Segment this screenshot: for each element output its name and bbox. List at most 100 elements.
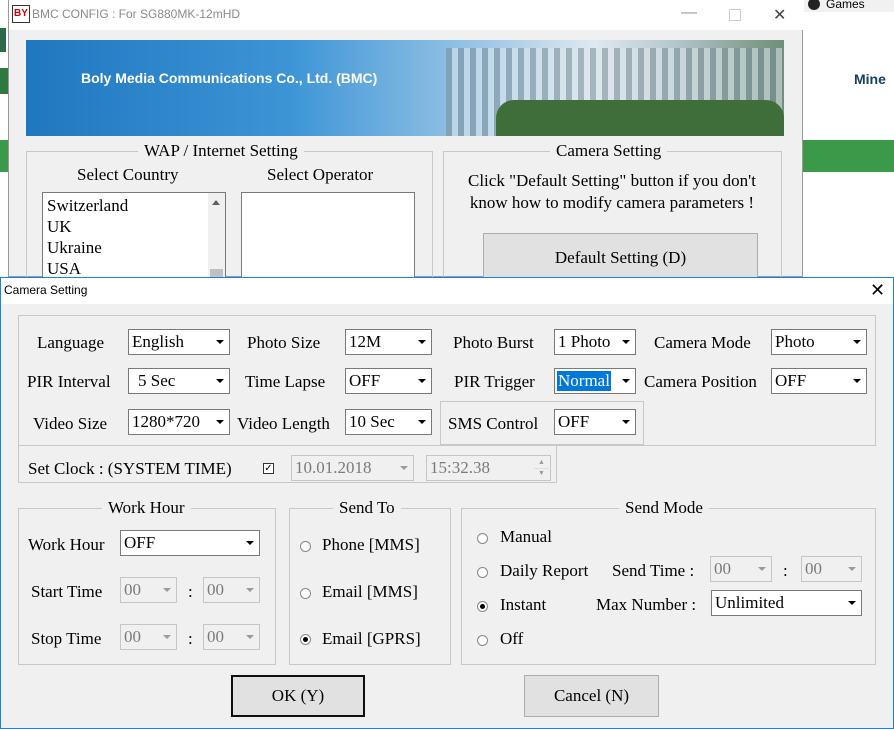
time-lapse-label: Time Lapse [245, 372, 326, 391]
camera-mode-select[interactable]: Photo [771, 329, 867, 355]
stop-hour-value: 00 [124, 627, 141, 646]
chevron-down-icon[interactable] [754, 558, 770, 580]
dialog-titlebar: Camera Setting ✕ [1, 278, 893, 304]
stop-hour-select[interactable]: 00 [120, 624, 177, 650]
list-item[interactable]: Ukraine [47, 237, 128, 258]
chevron-down-icon[interactable] [242, 626, 258, 648]
pir-interval-select[interactable]: 5 Sec [128, 368, 230, 394]
chevron-down-icon[interactable] [212, 411, 228, 433]
bmc-titlebar: BY BMC CONFIG : For SG880MK-12mHD — ✕ [9, 0, 804, 30]
list-item[interactable]: UK [47, 216, 128, 237]
chevron-down-icon[interactable] [159, 579, 175, 601]
send-to-email-mms-radio[interactable] [300, 588, 311, 599]
video-size-select[interactable]: 1280*720 [128, 409, 230, 435]
send-mode-daily-report-radio[interactable] [477, 567, 488, 578]
send-to-group-title: Send To [333, 498, 401, 518]
list-item[interactable]: USA [47, 258, 128, 279]
pir-trigger-select[interactable]: Normal [554, 368, 636, 394]
send-to-email-mms-label[interactable]: Email [MMS] [322, 582, 418, 602]
time-lapse-select[interactable]: OFF [345, 368, 432, 394]
mine-link[interactable]: Mine [854, 71, 886, 87]
colon-separator: : [188, 582, 193, 601]
sms-control-select[interactable]: OFF [554, 409, 636, 435]
close-icon[interactable]: ✕ [773, 5, 786, 25]
start-hour-select[interactable]: 00 [120, 577, 177, 603]
chevron-down-icon[interactable] [414, 370, 430, 392]
send-mode-off-radio[interactable] [477, 635, 488, 646]
list-item[interactable]: Switzerland [47, 195, 128, 216]
ok-button[interactable]: OK (Y) [231, 675, 365, 717]
chevron-down-icon[interactable] [618, 370, 634, 392]
scroll-up-icon[interactable] [212, 200, 220, 205]
chevron-down-icon[interactable] [396, 457, 412, 479]
chevron-down-icon[interactable] [414, 331, 430, 353]
chevron-down-icon[interactable] [844, 558, 860, 580]
max-number-label: Max Number : [596, 595, 697, 614]
chevron-down-icon[interactable] [242, 579, 258, 601]
stop-time-label: Stop Time [31, 629, 102, 648]
camera-mode-label: Camera Mode [654, 333, 751, 352]
send-mode-instant-radio[interactable] [477, 601, 488, 612]
work-hour-value: OFF [124, 533, 156, 552]
video-size-label: Video Size [33, 414, 108, 433]
close-icon[interactable]: ✕ [870, 280, 885, 301]
games-link[interactable]: Games [826, 0, 865, 11]
chevron-down-icon[interactable] [618, 331, 634, 353]
send-mode-instant-label[interactable]: Instant [500, 595, 546, 615]
stop-minute-select[interactable]: 00 [203, 624, 260, 650]
camera-position-select[interactable]: OFF [771, 368, 867, 394]
chevron-down-icon[interactable] [212, 370, 228, 392]
send-minute-select[interactable]: 00 [801, 556, 862, 582]
maximize-icon[interactable] [729, 9, 741, 21]
language-select[interactable]: English [128, 329, 230, 355]
chevron-down-icon[interactable] [242, 532, 258, 554]
video-size-value: 1280*720 [132, 412, 200, 431]
country-listbox[interactable]: Switzerland UK Ukraine USA [42, 192, 226, 282]
camera-position-value: OFF [775, 371, 807, 390]
send-mode-manual-label[interactable]: Manual [500, 527, 552, 547]
send-mode-daily-report-label[interactable]: Daily Report [500, 561, 588, 581]
system-time-checkbox[interactable]: ✓ [263, 463, 274, 474]
clock-time-spinner[interactable]: 15:32.38 ▲ ▼ [426, 455, 551, 481]
country-scrollbar[interactable] [208, 193, 225, 281]
send-to-email-gprs-radio[interactable] [300, 634, 311, 645]
send-mode-manual-radio[interactable] [477, 533, 488, 544]
bmc-banner: Boly Media Communications Co., Ltd. (BMC… [26, 40, 784, 136]
send-to-email-gprs-label[interactable]: Email [GPRS] [322, 629, 421, 649]
operator-listbox[interactable] [241, 192, 415, 282]
chevron-down-icon[interactable] [414, 411, 430, 433]
video-length-select[interactable]: 10 Sec [345, 409, 432, 435]
language-value: English [132, 332, 184, 351]
chevron-down-icon[interactable] [159, 626, 175, 648]
send-to-phone-mms-label[interactable]: Phone [MMS] [322, 535, 420, 555]
send-mode-group-title: Send Mode [619, 498, 709, 518]
colon-separator: : [783, 561, 788, 580]
send-hour-select[interactable]: 00 [710, 556, 772, 582]
chevron-down-icon[interactable] [618, 411, 634, 433]
chevron-down-icon[interactable] [849, 331, 865, 353]
photo-size-select[interactable]: 12M [345, 329, 432, 355]
minimize-icon[interactable]: — [681, 4, 697, 22]
set-clock-label: Set Clock : (SYSTEM TIME) [28, 459, 232, 478]
cancel-button[interactable]: Cancel (N) [524, 675, 659, 717]
spin-down-icon[interactable]: ▼ [534, 468, 549, 479]
chevron-down-icon[interactable] [844, 592, 860, 614]
max-number-select[interactable]: Unlimited [711, 590, 862, 616]
camera-hint-text: Click "Default Setting" button if you do… [468, 171, 756, 212]
send-mode-off-label[interactable]: Off [500, 629, 523, 649]
browser-left-block [0, 68, 8, 94]
chevron-down-icon[interactable] [849, 370, 865, 392]
bmc-window-title: BMC CONFIG : For SG880MK-12mHD [32, 7, 241, 21]
photo-size-label: Photo Size [247, 333, 321, 352]
chevron-down-icon[interactable] [212, 331, 228, 353]
work-hour-label: Work Hour [28, 535, 105, 554]
start-hour-value: 00 [124, 580, 141, 599]
work-hour-select[interactable]: OFF [120, 530, 260, 556]
photo-burst-select[interactable]: 1 Photo [554, 329, 636, 355]
browser-green-bar [803, 140, 894, 172]
clock-date-picker[interactable]: 10.01.2018 [291, 455, 414, 481]
send-hour-value: 00 [714, 559, 731, 578]
clock-date-value: 10.01.2018 [295, 458, 372, 477]
start-minute-select[interactable]: 00 [203, 577, 260, 603]
send-to-phone-mms-radio[interactable] [300, 541, 311, 552]
